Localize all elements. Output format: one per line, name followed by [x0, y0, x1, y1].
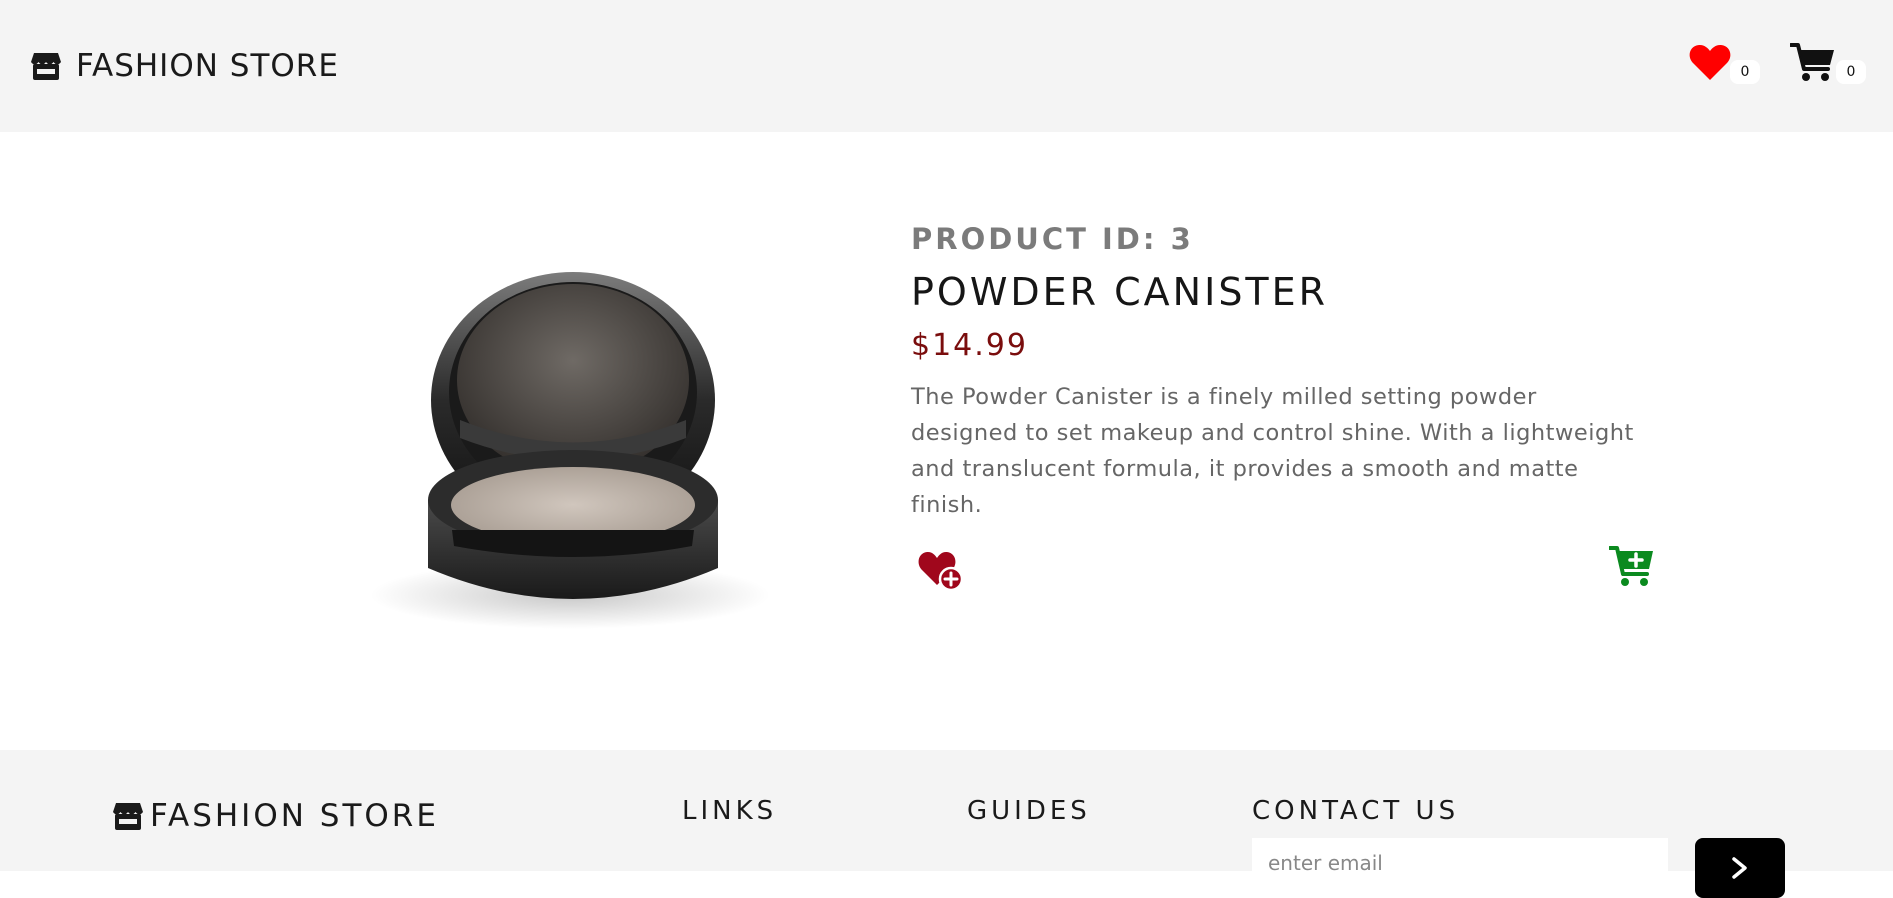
add-to-wishlist-button[interactable] [917, 549, 965, 597]
wishlist-count-badge: 0 [1730, 60, 1760, 84]
brand-logo[interactable]: FASHION STORE [30, 48, 339, 84]
add-to-cart-button[interactable] [1608, 545, 1655, 593]
email-input[interactable] [1252, 838, 1668, 888]
cart-count-badge: 0 [1836, 60, 1866, 84]
store-icon [113, 803, 143, 830]
footer-brand-name: FASHION STORE [150, 798, 439, 834]
product-details: PRODUCT ID: 3 POWDER CANISTER $14.99 The… [911, 222, 1653, 609]
product-id: PRODUCT ID: 3 [911, 222, 1194, 256]
footer-guides-heading: GUIDES [967, 796, 1091, 826]
product-image [370, 272, 770, 629]
product-name: POWDER CANISTER [911, 270, 1329, 314]
brand-name: FASHION STORE [76, 48, 339, 84]
footer-contact-heading: CONTACT US [1252, 796, 1460, 826]
footer-brand-logo[interactable]: FASHION STORE [112, 798, 439, 834]
product-description: The Powder Canister is a finely milled s… [911, 384, 1634, 518]
site-footer: FASHION STORE LINKS GUIDES CONTACT US [0, 750, 1893, 898]
footer-links-heading: LINKS [682, 796, 778, 826]
email-submit-button[interactable] [1695, 838, 1785, 898]
product-price: $14.99 [911, 328, 1028, 363]
product-actions [911, 546, 1653, 609]
chevron-right-icon [1732, 857, 1747, 879]
site-header: FASHION STORE 0 0 [0, 0, 1893, 132]
heart-plus-icon [918, 551, 964, 592]
cart-plus-icon [1608, 546, 1653, 586]
heart-icon [1689, 44, 1731, 80]
wishlist-button[interactable]: 0 [1688, 42, 1760, 84]
cart-icon [1790, 43, 1834, 81]
store-icon [31, 53, 61, 80]
cart-button[interactable]: 0 [1790, 42, 1866, 84]
